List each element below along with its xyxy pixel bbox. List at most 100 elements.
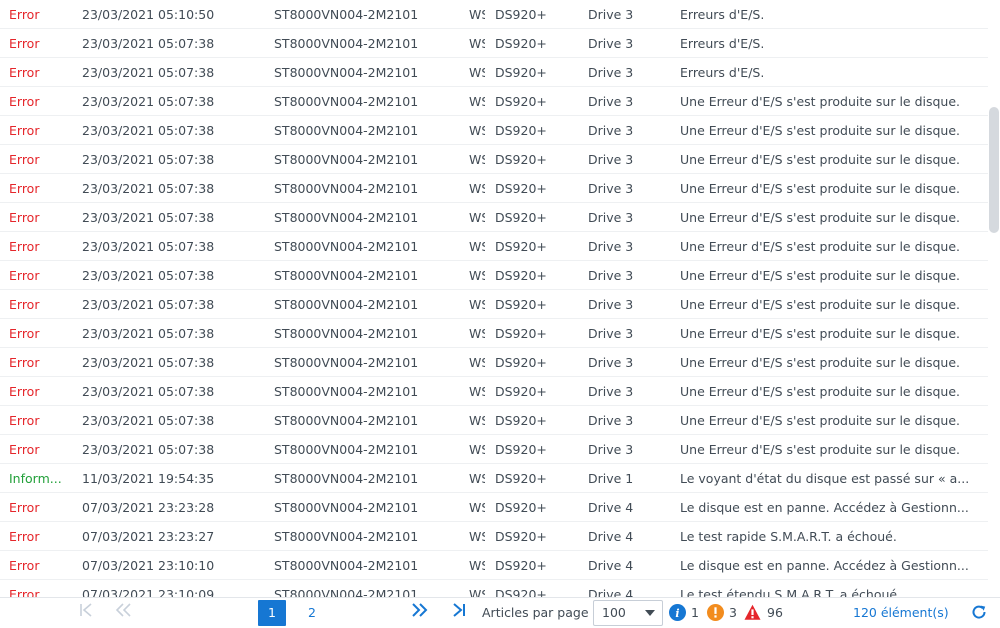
drive-cell: Drive 3	[588, 326, 634, 341]
drive-cell: Drive 4	[588, 587, 634, 597]
level-cell: Error	[9, 529, 40, 544]
serial-cell: WS	[469, 442, 485, 457]
table-row[interactable]: Error 23/03/2021 05:07:38 ST8000VN004-2M21…	[0, 290, 988, 319]
message-cell: Une Erreur d'E/S s'est produite sur le d…	[680, 239, 961, 254]
table-row[interactable]: Error 23/03/2021 05:07:38 ST8000VN004-2M21…	[0, 435, 988, 464]
time-cell: 23/03/2021 05:07:38	[82, 152, 215, 167]
time-cell: 23/03/2021 05:07:38	[82, 210, 215, 225]
per-page-label: Articles par page	[482, 605, 589, 620]
vertical-scrollbar[interactable]	[988, 0, 1000, 597]
time-cell: 07/03/2021 23:23:27	[82, 529, 215, 544]
per-page-value: 100	[602, 605, 626, 620]
time-cell: 07/03/2021 23:10:09	[82, 587, 215, 597]
time-cell: 07/03/2021 23:23:28	[82, 500, 215, 515]
table-row[interactable]: Error 23/03/2021 05:07:38 ST8000VN004-2M21…	[0, 261, 988, 290]
serial-cell: WS	[469, 239, 485, 254]
message-cell: Une Erreur d'E/S s'est produite sur le d…	[680, 94, 961, 109]
table-row[interactable]: Error 23/03/2021 05:07:38 ST8000VN004-2M21…	[0, 203, 988, 232]
server-cell: DS920+	[495, 239, 547, 254]
model-cell: ST8000VN004-2M2101	[274, 36, 419, 51]
table-row[interactable]: Error 23/03/2021 05:07:38 ST8000VN004-2M21…	[0, 348, 988, 377]
drive-cell: Drive 3	[588, 239, 634, 254]
last-page-icon[interactable]	[449, 602, 469, 626]
message-cell: Une Erreur d'E/S s'est produite sur le d…	[680, 297, 961, 312]
table-row[interactable]: Error 23/03/2021 05:07:38 ST8000VN004-2M21…	[0, 319, 988, 348]
message-cell: Le disque est en panne. Accédez à Gestio…	[680, 500, 969, 515]
message-cell: Le disque est en panne. Accédez à Gestio…	[680, 558, 969, 573]
table-row[interactable]: Error 23/03/2021 05:07:38 ST8000VN004-2M21…	[0, 58, 988, 87]
scrollbar-thumb[interactable]	[989, 107, 999, 233]
level-cell: Error	[9, 587, 40, 597]
serial-cell: WS	[469, 210, 485, 225]
table-row[interactable]: Error 23/03/2021 05:07:38 ST8000VN004-2M21…	[0, 377, 988, 406]
time-cell: 23/03/2021 05:07:38	[82, 442, 215, 457]
first-page-icon[interactable]	[76, 602, 96, 626]
drive-cell: Drive 4	[588, 500, 634, 515]
table-row[interactable]: Error 23/03/2021 05:07:38 ST8000VN004-2M21…	[0, 174, 988, 203]
table-row[interactable]: Error 07/03/2021 23:23:28 ST8000VN004-2M21…	[0, 493, 988, 522]
time-cell: 23/03/2021 05:07:38	[82, 326, 215, 341]
drive-cell: Drive 3	[588, 36, 634, 51]
server-cell: DS920+	[495, 471, 547, 486]
server-cell: DS920+	[495, 413, 547, 428]
message-cell: Une Erreur d'E/S s'est produite sur le d…	[680, 326, 961, 341]
time-cell: 23/03/2021 05:07:38	[82, 123, 215, 138]
level-cell: Inform...	[9, 471, 62, 486]
table-row[interactable]: Error 23/03/2021 05:10:50 ST8000VN004-2M21…	[0, 0, 988, 29]
server-cell: DS920+	[495, 7, 547, 22]
drive-cell: Drive 3	[588, 65, 634, 80]
table-row[interactable]: Error 23/03/2021 05:07:38 ST8000VN004-2M21…	[0, 232, 988, 261]
drive-cell: Drive 3	[588, 268, 634, 283]
level-cell: Error	[9, 268, 40, 283]
time-cell: 23/03/2021 05:07:38	[82, 413, 215, 428]
serial-cell: WS	[469, 558, 485, 573]
model-cell: ST8000VN004-2M2101	[274, 181, 419, 196]
level-cell: Error	[9, 326, 40, 341]
model-cell: ST8000VN004-2M2101	[274, 355, 419, 370]
page-2-button[interactable]: 2	[298, 600, 326, 626]
info-icon: i	[669, 604, 686, 621]
table-row[interactable]: Error 07/03/2021 23:23:27 ST8000VN004-2M21…	[0, 522, 988, 551]
model-cell: ST8000VN004-2M2101	[274, 268, 419, 283]
chevron-down-icon	[645, 610, 655, 616]
per-page-select[interactable]: 100	[593, 600, 663, 626]
model-cell: ST8000VN004-2M2101	[274, 94, 419, 109]
time-cell: 23/03/2021 05:07:38	[82, 268, 215, 283]
table-row[interactable]: Error 23/03/2021 05:07:38 ST8000VN004-2M21…	[0, 116, 988, 145]
level-cell: Error	[9, 297, 40, 312]
table-row[interactable]: Error 23/03/2021 05:07:38 ST8000VN004-2M21…	[0, 29, 988, 58]
model-cell: ST8000VN004-2M2101	[274, 471, 419, 486]
table-row[interactable]: Inform... 11/03/2021 19:54:35 ST8000VN004-…	[0, 464, 988, 493]
level-cell: Error	[9, 36, 40, 51]
drive-cell: Drive 3	[588, 94, 634, 109]
table-row[interactable]: Error 23/03/2021 05:07:38 ST8000VN004-2M21…	[0, 87, 988, 116]
level-cell: Error	[9, 413, 40, 428]
server-cell: DS920+	[495, 210, 547, 225]
table-row[interactable]: Error 23/03/2021 05:07:38 ST8000VN004-2M21…	[0, 406, 988, 435]
message-cell: Une Erreur d'E/S s'est produite sur le d…	[680, 152, 961, 167]
page-1-button[interactable]: 1	[258, 600, 286, 626]
message-cell: Le test rapide S.M.A.R.T. a échoué.	[680, 529, 897, 544]
refresh-icon[interactable]	[970, 603, 988, 621]
time-cell: 23/03/2021 05:07:38	[82, 297, 215, 312]
table-row[interactable]: Error 23/03/2021 05:07:38 ST8000VN004-2M21…	[0, 145, 988, 174]
model-cell: ST8000VN004-2M2101	[274, 297, 419, 312]
table-row[interactable]: Error 07/03/2021 23:10:10 ST8000VN004-2M21…	[0, 551, 988, 580]
warning-icon	[707, 604, 724, 621]
drive-cell: Drive 1	[588, 471, 634, 486]
drive-cell: Drive 3	[588, 7, 634, 22]
time-cell: 23/03/2021 05:07:38	[82, 355, 215, 370]
message-cell: Erreurs d'E/S.	[680, 7, 765, 22]
time-cell: 23/03/2021 05:07:38	[82, 94, 215, 109]
server-cell: DS920+	[495, 297, 547, 312]
table-row[interactable]: Error 07/03/2021 23:10:09 ST8000VN004-2M21…	[0, 580, 988, 597]
next-page-icon[interactable]	[409, 602, 431, 626]
message-cell: Le test étendu S.M.A.R.T. a échoué.	[680, 587, 902, 597]
model-cell: ST8000VN004-2M2101	[274, 413, 419, 428]
drive-cell: Drive 3	[588, 297, 634, 312]
level-cell: Error	[9, 500, 40, 515]
prev-page-icon[interactable]	[112, 602, 134, 626]
model-cell: ST8000VN004-2M2101	[274, 152, 419, 167]
serial-cell: WS	[469, 587, 485, 597]
model-cell: ST8000VN004-2M2101	[274, 558, 419, 573]
